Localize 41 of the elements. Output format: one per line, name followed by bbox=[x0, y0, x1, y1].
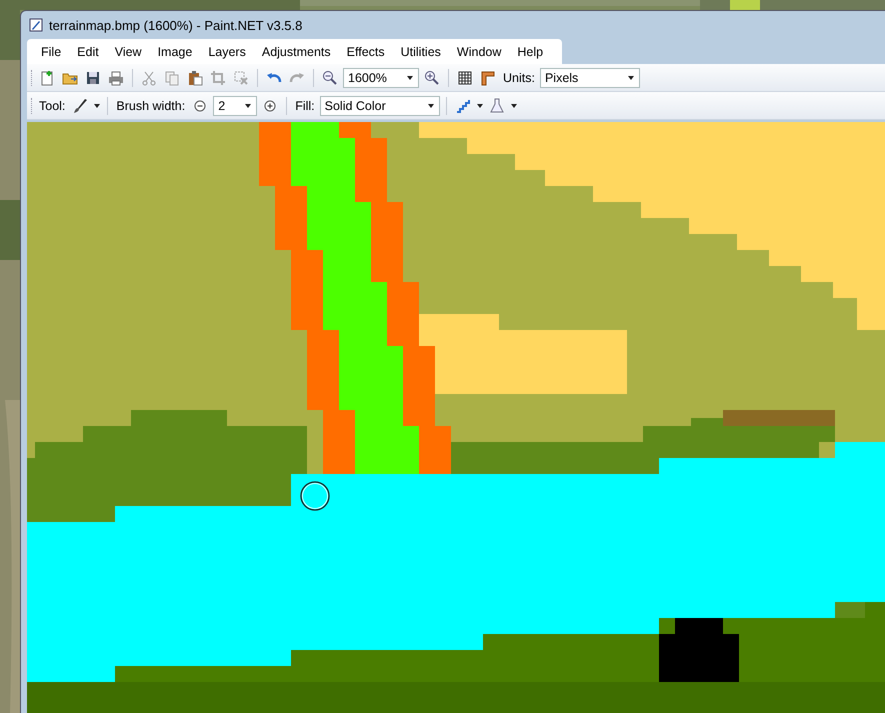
menu-item[interactable]: Help bbox=[509, 40, 552, 62]
menu-item[interactable]: Utilities bbox=[392, 40, 449, 62]
caret-icon[interactable] bbox=[476, 102, 484, 110]
menu-item[interactable]: Edit bbox=[69, 40, 107, 62]
plus-circle-icon[interactable] bbox=[262, 98, 278, 114]
staircase-line-icon[interactable] bbox=[454, 98, 471, 114]
caret-icon[interactable] bbox=[93, 102, 102, 110]
flask-icon[interactable] bbox=[488, 98, 505, 114]
fill-dropdown[interactable]: Solid Color bbox=[320, 96, 440, 116]
clipboard-icon[interactable] bbox=[187, 70, 203, 86]
zoom-in-icon[interactable] bbox=[424, 70, 440, 86]
units-label: Units: bbox=[502, 70, 536, 84]
paintbrush-icon[interactable] bbox=[72, 98, 88, 114]
tool-label: Tool: bbox=[38, 98, 66, 112]
menu-item[interactable]: File bbox=[33, 40, 70, 62]
zoom-dropdown[interactable]: 1600% bbox=[343, 68, 419, 88]
caret-icon[interactable] bbox=[406, 74, 414, 82]
scissors-icon[interactable] bbox=[141, 70, 157, 86]
zoom-out-icon[interactable] bbox=[322, 70, 338, 86]
window-title: terrainmap.bmp (1600%) - Paint.NET v3.5.8 bbox=[49, 18, 302, 32]
caret-icon[interactable] bbox=[626, 74, 635, 82]
caret-icon[interactable] bbox=[244, 102, 252, 110]
menu-item[interactable]: View bbox=[106, 40, 150, 62]
minus-circle-icon[interactable] bbox=[192, 98, 208, 114]
save-icon[interactable] bbox=[85, 70, 101, 86]
menu-item[interactable]: Window bbox=[448, 40, 510, 62]
menu-item[interactable]: Effects bbox=[338, 40, 393, 62]
fill-label: Fill: bbox=[294, 98, 316, 112]
brush-width-label: Brush width: bbox=[115, 98, 186, 112]
ruler-icon[interactable] bbox=[480, 70, 496, 86]
menu-item[interactable]: Image bbox=[150, 40, 200, 62]
new-file-icon[interactable] bbox=[39, 70, 55, 86]
menu-item[interactable]: Layers bbox=[200, 40, 254, 62]
grid-icon[interactable] bbox=[457, 70, 473, 86]
brush-width-dropdown[interactable]: 2 bbox=[213, 96, 258, 116]
printer-icon[interactable] bbox=[108, 70, 124, 86]
units-dropdown[interactable]: Pixels bbox=[540, 68, 640, 88]
caret-icon[interactable] bbox=[510, 102, 518, 110]
caret-icon[interactable] bbox=[426, 102, 435, 110]
menu-item[interactable]: Adjustments bbox=[254, 40, 339, 62]
app-icon bbox=[29, 18, 43, 32]
